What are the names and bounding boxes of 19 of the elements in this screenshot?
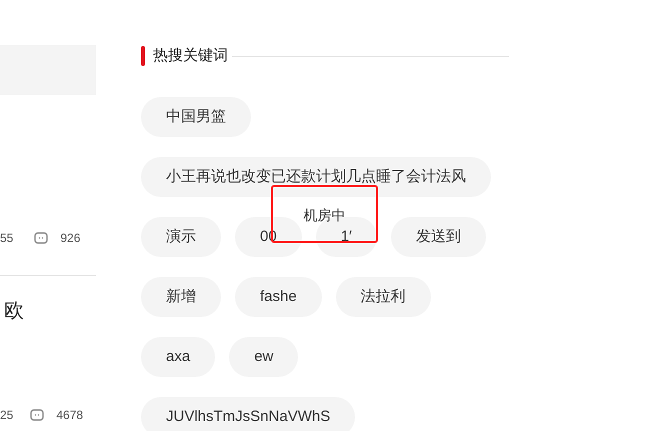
comment-icon (34, 232, 48, 244)
article-title[interactable]: 欧 (4, 296, 24, 326)
like-count: 25 (0, 407, 14, 424)
keyword-tag[interactable]: 小王再说也改变已还款计划几点睡了会计法风 (141, 157, 491, 197)
keyword-tag[interactable]: axa (141, 337, 216, 377)
keyword-tag[interactable]: 演示 (141, 217, 221, 257)
keyword-tag[interactable]: JUVlhsTmJsSnNaVWhS (141, 397, 356, 431)
keyword-tag[interactable]: 发送到 (390, 217, 486, 257)
accent-bar (141, 46, 145, 66)
section-title: 热搜关键词 (153, 46, 228, 66)
like-count: 55 (0, 230, 14, 247)
comment-count: 926 (60, 230, 80, 247)
keyword-tag[interactable]: 法拉利 (336, 277, 431, 317)
keyword-tag[interactable]: 新增 (141, 277, 221, 317)
keyword-tag[interactable]: ew (229, 337, 298, 377)
keyword-tag[interactable]: 中国男篮 (141, 97, 251, 137)
keyword-tag[interactable]: fashe (235, 277, 322, 317)
comment-icon (30, 408, 44, 422)
comment-count: 4678 (56, 407, 84, 424)
